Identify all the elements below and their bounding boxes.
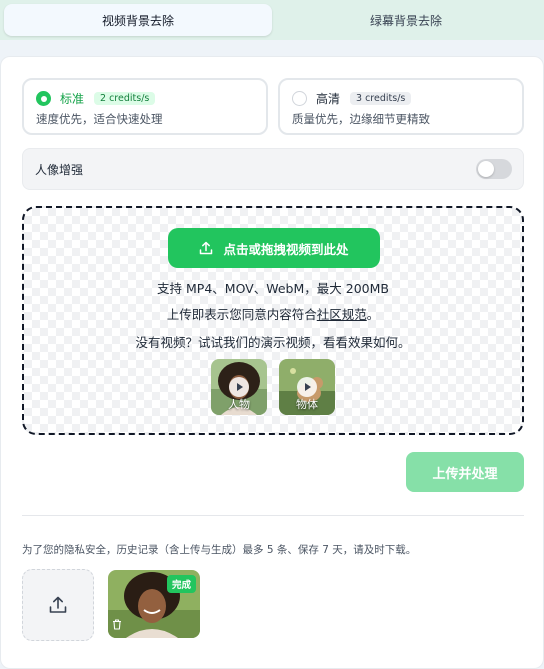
sample-object-label: 物体 [296, 398, 318, 411]
upload-dropzone[interactable]: 点击或拖拽视频到此处 支持 MP4、MOV、WebM，最大 200MB 上传即表… [22, 206, 524, 435]
quality-hd-desc: 质量优先，边缘细节更精致 [292, 112, 430, 126]
upload-button-label: 点击或拖拽视频到此处 [223, 241, 349, 257]
tab-greenscreen-bg-removal[interactable]: 绿幕背景去除 [272, 4, 540, 36]
portrait-enhance-label: 人像增强 [35, 163, 84, 177]
status-badge: 完成 [166, 575, 196, 593]
sample-video-object[interactable]: 物体 [279, 359, 335, 415]
portrait-enhance-toggle[interactable] [476, 159, 512, 179]
quality-standard-name: 标准 [60, 92, 85, 106]
credits-badge: 2 credits/s [94, 92, 156, 105]
upload-video-button[interactable]: 点击或拖拽视频到此处 [168, 228, 380, 268]
sample-video-person[interactable]: 人物 [211, 359, 267, 415]
terms-prefix: 上传即表示您同意内容符合 [166, 307, 317, 322]
quality-hd-name: 高清 [316, 92, 341, 106]
samples-prompt-text: 没有视频？试试我们的演示视频，看看效果如何。 [135, 335, 411, 350]
radio-selected-icon [36, 91, 51, 106]
radio-unselected-icon [292, 91, 307, 106]
upload-icon [200, 241, 213, 255]
quality-option-standard[interactable]: 标准 2 credits/s 速度优先，适合快速处理 [22, 78, 268, 135]
quality-standard-desc: 速度优先，适合快速处理 [36, 112, 163, 126]
tab-video-bg-removal[interactable]: 视频背景去除 [4, 4, 272, 36]
play-icon [297, 377, 317, 397]
main-card: 标准 2 credits/s 速度优先，适合快速处理 高清 3 credits/… [0, 56, 544, 669]
terms-suffix: 。 [366, 307, 380, 322]
portrait-enhance-row: 人像增强 [22, 148, 524, 190]
history-privacy-note: 为了您的隐私安全，历史记录（含上传与生成）最多 5 条、保存 7 天，请及时下载… [22, 544, 417, 556]
terms-text: 上传即表示您同意内容符合社区规范。 [24, 304, 522, 323]
trash-icon[interactable] [112, 615, 122, 634]
supported-formats-text: 支持 MP4、MOV、WebM，最大 200MB [157, 281, 389, 296]
play-icon [229, 377, 249, 397]
history-item[interactable]: 完成 [108, 570, 200, 638]
sample-person-label: 人物 [228, 398, 250, 411]
upload-icon [49, 596, 67, 613]
history-upload-button[interactable] [22, 569, 94, 641]
credits-badge: 3 credits/s [350, 92, 412, 105]
section-divider [22, 515, 524, 516]
quality-option-hd[interactable]: 高清 3 credits/s 质量优先，边缘细节更精致 [278, 78, 524, 135]
upload-and-process-button[interactable]: 上传并处理 [406, 452, 524, 492]
community-guidelines-link[interactable]: 社区规范 [317, 307, 367, 322]
mode-tabs: 视频背景去除 绿幕背景去除 [0, 0, 544, 40]
